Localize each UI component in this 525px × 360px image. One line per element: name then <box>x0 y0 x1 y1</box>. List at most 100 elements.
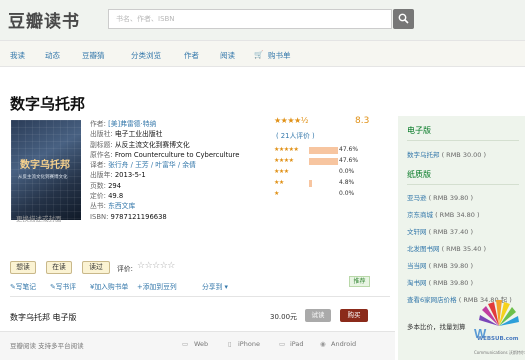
side-ebook-item: 数字乌托邦 ( RMB 30.00 ) <box>407 149 486 159</box>
info-label: 出版年: <box>90 171 113 180</box>
info-label: 作者: <box>90 120 106 128</box>
nav-item-browse[interactable]: 分类浏览 <box>131 50 161 61</box>
info-value: 从反主流文化到赛博文化 <box>114 140 190 149</box>
store-link[interactable]: 文轩网 <box>407 228 427 236</box>
paper-heading: 纸质版 <box>407 170 431 179</box>
store-item: 淘书网 ( RMB 39.80 ) <box>407 277 473 287</box>
nav-item-author[interactable]: 作者 <box>184 50 199 61</box>
web-icon: ▭ <box>182 340 189 348</box>
reading-button[interactable]: 在读 <box>46 261 72 274</box>
want-to-read-button[interactable]: 想读 <box>10 261 36 274</box>
store-link[interactable]: 当当网 <box>407 262 427 270</box>
info-author: 作者: [美]弗雷德·特纳 <box>90 119 255 129</box>
android-icon: ◉ <box>320 340 326 348</box>
store-link[interactable]: 北发图书网 <box>407 245 440 253</box>
author-link[interactable]: [美]弗雷德·特纳 <box>108 120 156 128</box>
rating-panel: ★★★★½ 8.3 ( 21人评价 ) ★★★★★ 47.6% ★★★★ 47.6%… <box>274 116 394 197</box>
info-label: 页数: <box>90 181 106 190</box>
rating-pct: 0.0% <box>339 190 355 197</box>
info-value: 9787121196638 <box>110 212 167 221</box>
iphone-icon: ▯ <box>228 340 232 348</box>
store-link[interactable]: 数字乌托邦 <box>407 151 440 159</box>
store-price: ( RMB 39.80 ) <box>428 279 474 287</box>
row-stars: ★★★★ <box>274 157 294 164</box>
nav-item-guess[interactable]: 豆瓣猜 <box>82 50 105 61</box>
store-price: ( RMB 39.80 ) <box>428 262 474 270</box>
platform-intro: 豆瓣阅读 支持多平台阅读 <box>10 342 84 350</box>
info-value: From Counterculture to Cyberculture <box>114 150 240 159</box>
search-button[interactable] <box>393 9 414 29</box>
try-read-button[interactable]: 试读 <box>305 309 331 322</box>
info-value: 294 <box>108 181 122 190</box>
rating-count-link[interactable]: ( 21人评价 ) <box>276 130 315 140</box>
rating-stars: ★★★★½ <box>274 116 308 125</box>
platform-ipad[interactable]: iPad <box>290 340 304 348</box>
store-link[interactable]: 查看6家网店价格 <box>407 296 457 304</box>
info-value: 电子工业出版社 <box>114 130 163 139</box>
change-cover-link[interactable]: 更换描述或封面 <box>16 213 62 223</box>
read-button[interactable]: 读过 <box>82 261 110 274</box>
rating-pct: 4.8% <box>339 179 355 186</box>
info-label: 定价: <box>90 192 106 201</box>
info-original-title: 原作名: From Counterculture to Cyberculture <box>90 150 255 160</box>
rating-pct: 0.0% <box>339 168 355 175</box>
add-to-cart-link[interactable]: ¥加入购书单 <box>90 281 128 291</box>
share-dropdown[interactable]: 分享到 ▾ <box>202 281 228 291</box>
info-series: 丛书: 东西文库 <box>90 201 255 211</box>
write-review-link[interactable]: ✎写书评 <box>50 281 76 291</box>
platform-web[interactable]: Web <box>194 340 208 348</box>
rating-pct: 47.6% <box>339 157 359 164</box>
store-item: 文轩网 ( RMB 37.40 ) <box>407 226 473 236</box>
buy-button[interactable]: 购买 <box>340 309 368 322</box>
header: 豆瓣读书 书名、作者、ISBN <box>0 0 525 41</box>
info-value: 2013-5-1 <box>114 171 146 180</box>
store-link[interactable]: 亚马逊 <box>407 194 427 202</box>
book-cover[interactable]: 数字乌托邦 从反主流文化到赛博文化 <box>11 120 81 220</box>
row-stars: ★ <box>274 190 279 197</box>
rate-stars[interactable]: ☆☆☆☆☆ <box>137 261 175 271</box>
divider <box>407 140 519 141</box>
info-label: 译者: <box>90 161 106 170</box>
rating-row-2: ★★ 4.8% <box>274 179 394 188</box>
info-label: 丛书: <box>90 202 106 211</box>
ebook-title: 数字乌托邦 电子版 <box>10 313 77 322</box>
row-stars: ★★ <box>274 179 284 186</box>
rating-bar <box>309 158 338 165</box>
nav-item-read[interactable]: 阅读 <box>220 50 235 61</box>
store-item: 亚马逊 ( RMB 39.80 ) <box>407 192 473 202</box>
info-pages: 页数: 294 <box>90 181 255 191</box>
compare-text: 多本比价，找量划算 <box>407 323 466 331</box>
translator-link[interactable]: 张行舟 / 王芳 / 叶富华 / 余倩 <box>108 161 196 169</box>
platform-android[interactable]: Android <box>331 340 356 348</box>
divider <box>407 184 519 185</box>
store-item: 京东商城 ( RMB 34.80 ) <box>407 209 480 219</box>
rating-bar <box>309 147 338 154</box>
write-note-link[interactable]: ✎写笔记 <box>10 281 36 291</box>
nav-item-mine[interactable]: 我读 <box>10 50 25 61</box>
rating-score: 8.3 <box>355 116 370 126</box>
row-stars: ★★★★★ <box>274 146 299 153</box>
info-label: 出版社: <box>90 130 113 139</box>
store-link[interactable]: 淘书网 <box>407 279 427 287</box>
rate-label: 评价: <box>117 265 133 273</box>
store-price: ( RMB 30.00 ) <box>441 151 487 159</box>
ipad-icon: ▭ <box>279 340 286 348</box>
row-stars: ★★★ <box>274 168 289 175</box>
series-link[interactable]: 东西文库 <box>108 202 135 210</box>
rating-row-1: ★ 0.0% <box>274 190 394 199</box>
nav-item-activity[interactable]: 动态 <box>45 50 60 61</box>
add-to-doulist-link[interactable]: +添加到豆列 <box>137 281 177 291</box>
rating-row-5: ★★★★★ 47.6% <box>274 146 394 155</box>
search-input[interactable]: 书名、作者、ISBN <box>108 9 392 29</box>
rating-row-3: ★★★ 0.0% <box>274 168 394 177</box>
info-label: 副标题: <box>90 140 113 149</box>
douban-book-logo[interactable]: 豆瓣读书 <box>8 7 80 32</box>
info-subtitle: 副标题: 从反主流文化到赛博文化 <box>90 140 255 150</box>
store-link[interactable]: 京东商城 <box>407 211 433 219</box>
recommend-button[interactable]: 推荐 <box>349 276 370 287</box>
store-price: ( RMB 39.80 ) <box>428 194 474 202</box>
info-price: 定价: 49.8 <box>90 191 255 201</box>
platform-iphone[interactable]: iPhone <box>238 340 260 348</box>
nav-item-cart[interactable]: 购书单 <box>268 50 291 61</box>
page-title: 数字乌托邦 <box>10 95 86 113</box>
